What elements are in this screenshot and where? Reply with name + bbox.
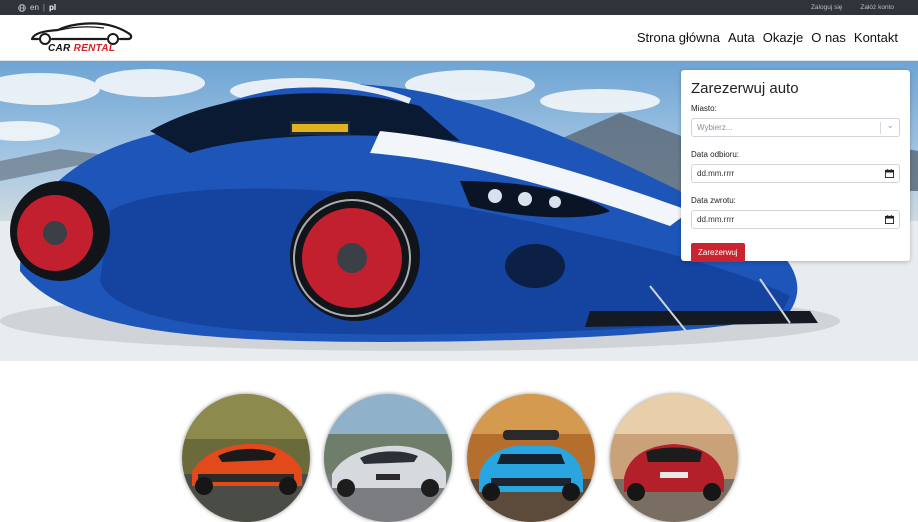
silver-car-image bbox=[324, 394, 452, 522]
booking-title: Zarezerwuj auto bbox=[691, 80, 799, 97]
account-links: Zaloguj się Załóż konto bbox=[811, 4, 894, 11]
calendar-icon[interactable] bbox=[885, 169, 894, 178]
return-date-label: Data zwrotu: bbox=[691, 196, 736, 205]
select-divider bbox=[880, 122, 881, 134]
gallery-item-blue-suv[interactable] bbox=[467, 394, 595, 522]
gallery-item-orange-car[interactable] bbox=[182, 394, 310, 522]
car-logo-icon bbox=[30, 22, 133, 45]
red-car-image bbox=[610, 394, 738, 522]
pickup-date-value: dd.mm.rrrr bbox=[697, 169, 735, 178]
nav-item-deals[interactable]: Okazje bbox=[763, 30, 803, 45]
orange-car-image bbox=[182, 394, 310, 522]
city-select-placeholder: Wybierz... bbox=[697, 123, 733, 132]
login-link[interactable]: Zaloguj się bbox=[811, 4, 842, 11]
city-select[interactable]: Wybierz... ⌄ bbox=[691, 118, 900, 137]
return-date-input[interactable]: dd.mm.rrrr bbox=[691, 210, 900, 229]
gallery-item-silver-car[interactable] bbox=[324, 394, 452, 522]
language-pl-link[interactable]: pl bbox=[49, 3, 56, 12]
nav-item-cars[interactable]: Auta bbox=[728, 30, 755, 45]
city-label: Miasto: bbox=[691, 104, 717, 113]
blue-suv-image bbox=[467, 394, 595, 522]
pickup-date-label: Data odbioru: bbox=[691, 150, 740, 159]
brand-logo[interactable]: CAR RENTAL bbox=[28, 19, 138, 59]
top-bar: en | pl Zaloguj się Załóż konto bbox=[0, 0, 918, 15]
reserve-button[interactable]: Zarezerwuj bbox=[691, 243, 745, 262]
main-navbar: CAR RENTAL Strona główna Auta Okazje O n… bbox=[0, 15, 918, 61]
nav-item-home[interactable]: Strona główna bbox=[637, 30, 720, 45]
return-date-value: dd.mm.rrrr bbox=[697, 215, 735, 224]
globe-icon bbox=[18, 3, 26, 12]
gallery-item-red-car[interactable] bbox=[610, 394, 738, 522]
car-gallery bbox=[0, 361, 918, 522]
nav-item-about[interactable]: O nas bbox=[811, 30, 846, 45]
main-menu: Strona główna Auta Okazje O nas Kontakt bbox=[637, 30, 898, 45]
calendar-icon[interactable] bbox=[885, 215, 894, 224]
pickup-date-input[interactable]: dd.mm.rrrr bbox=[691, 164, 900, 183]
register-link[interactable]: Załóż konto bbox=[860, 4, 894, 11]
brand-word-car: CAR bbox=[48, 43, 71, 54]
chevron-down-icon[interactable]: ⌄ bbox=[886, 120, 894, 131]
brand-word-rental: RENTAL bbox=[73, 43, 116, 54]
brand-name: CAR RENTAL bbox=[48, 43, 115, 54]
language-separator: | bbox=[42, 3, 45, 12]
booking-form: Zarezerwuj auto Miasto: Wybierz... ⌄ Dat… bbox=[681, 70, 910, 262]
language-switcher: en | pl bbox=[18, 3, 56, 12]
nav-item-contact[interactable]: Kontakt bbox=[854, 30, 898, 45]
language-en-link[interactable]: en bbox=[30, 3, 39, 12]
